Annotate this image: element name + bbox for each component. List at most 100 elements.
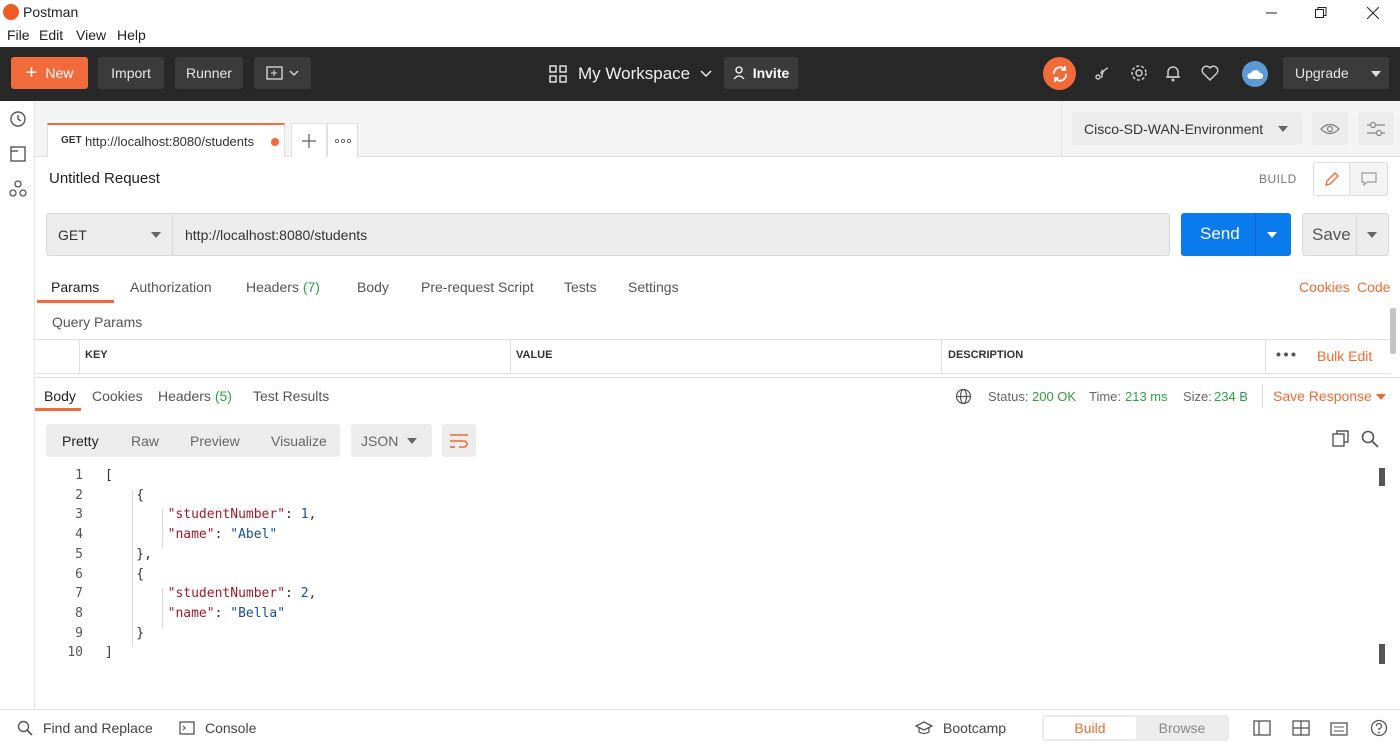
tab-headers[interactable]: Headers (7) bbox=[246, 279, 320, 295]
history-icon[interactable] bbox=[8, 109, 28, 129]
request-title[interactable]: Untitled Request bbox=[49, 170, 160, 187]
json-value: "Abel" bbox=[230, 527, 278, 543]
active-response-tab-indicator bbox=[35, 408, 81, 411]
gear-icon[interactable] bbox=[1128, 62, 1150, 84]
menu-edit[interactable]: Edit bbox=[39, 27, 63, 43]
line-number: 2 bbox=[75, 487, 83, 503]
comments-button[interactable] bbox=[1350, 162, 1388, 196]
view-raw[interactable]: Raw bbox=[131, 433, 159, 449]
bulk-edit-link[interactable]: Bulk Edit bbox=[1317, 348, 1372, 364]
sync-button[interactable] bbox=[1043, 57, 1076, 90]
view-preview[interactable]: Preview bbox=[190, 433, 240, 449]
menu-help[interactable]: Help bbox=[117, 27, 146, 43]
environment-quick-look-button[interactable] bbox=[1312, 112, 1348, 145]
runner-button[interactable]: Runner bbox=[175, 57, 243, 89]
comment-icon bbox=[1360, 172, 1377, 186]
two-pane-icon[interactable] bbox=[1292, 719, 1310, 737]
manage-environments-button[interactable] bbox=[1358, 112, 1394, 145]
import-button[interactable]: Import bbox=[98, 57, 164, 89]
status-bar: Find and Replace Console Bootcamp Build … bbox=[0, 709, 1400, 745]
help-icon[interactable] bbox=[1370, 719, 1388, 737]
save-response-caret-icon[interactable] bbox=[1376, 394, 1386, 400]
pencil-icon bbox=[1324, 172, 1339, 186]
size-label: Size: bbox=[1183, 389, 1212, 404]
send-options-caret-icon[interactable] bbox=[1267, 232, 1277, 238]
restore-button[interactable] bbox=[1298, 0, 1344, 26]
tab-options-button[interactable] bbox=[327, 123, 358, 157]
console-icon bbox=[179, 721, 195, 735]
view-visualize[interactable]: Visualize bbox=[271, 433, 327, 449]
workspace-switcher[interactable]: My Workspace bbox=[549, 64, 712, 84]
add-tab-button[interactable] bbox=[291, 123, 327, 157]
code-scrollbar-bottom[interactable] bbox=[1379, 644, 1385, 664]
wrap-lines-button[interactable] bbox=[442, 424, 476, 457]
interceptor-icon[interactable] bbox=[1091, 62, 1113, 84]
console-button[interactable]: Console bbox=[205, 720, 256, 736]
invite-label: Invite bbox=[752, 65, 790, 81]
upgrade-button[interactable]: Upgrade bbox=[1283, 57, 1389, 89]
tab-body[interactable]: Body bbox=[357, 279, 389, 295]
pane-separator[interactable] bbox=[35, 377, 1400, 378]
build-toggle[interactable]: Build bbox=[1044, 717, 1136, 739]
build-mode-button[interactable] bbox=[1313, 162, 1350, 196]
copy-icon[interactable] bbox=[1332, 430, 1350, 448]
minimize-button[interactable] bbox=[1249, 0, 1295, 26]
code-line: ] bbox=[105, 645, 113, 661]
response-body-viewer[interactable]: 1 [2 {3 "studentNumber": 1, 4 "name": "Abe… bbox=[35, 468, 1380, 668]
environment-label: Cisco-SD-WAN-Environment bbox=[1084, 121, 1264, 137]
tab-tests[interactable]: Tests bbox=[564, 279, 597, 295]
find-replace-button[interactable]: Find and Replace bbox=[43, 720, 153, 736]
avatar[interactable] bbox=[1242, 61, 1268, 87]
cookies-link[interactable]: Cookies bbox=[1299, 279, 1350, 295]
tab-params[interactable]: Params bbox=[51, 279, 99, 295]
menu-view[interactable]: View bbox=[76, 27, 106, 43]
response-tab-body[interactable]: Body bbox=[44, 388, 76, 404]
collections-icon[interactable] bbox=[8, 144, 28, 164]
save-response-button[interactable]: Save Response bbox=[1273, 388, 1372, 404]
bell-icon[interactable] bbox=[1162, 62, 1184, 84]
save-button[interactable]: Save bbox=[1302, 213, 1389, 256]
url-input[interactable]: http://localhost:8080/students bbox=[172, 213, 1170, 256]
tab-prerequest-script[interactable]: Pre-request Script bbox=[421, 279, 534, 295]
globe-icon[interactable] bbox=[955, 388, 972, 405]
bootcamp-button[interactable]: Bootcamp bbox=[943, 720, 1006, 736]
apis-icon[interactable] bbox=[8, 179, 28, 199]
tab-authorization[interactable]: Authorization bbox=[130, 279, 212, 295]
search-icon[interactable] bbox=[1361, 430, 1379, 448]
new-button[interactable]: + New bbox=[11, 57, 88, 89]
code-scrollbar-top[interactable] bbox=[1379, 468, 1385, 486]
invite-button[interactable]: Invite bbox=[724, 57, 798, 89]
response-tab-cookies[interactable]: Cookies bbox=[92, 388, 143, 404]
json-key: "studentNumber" bbox=[167, 586, 286, 602]
response-tab-headers[interactable]: Headers (5) bbox=[158, 388, 232, 404]
code-link[interactable]: Code bbox=[1357, 279, 1390, 295]
send-button[interactable]: Send bbox=[1181, 213, 1291, 256]
new-window-button[interactable] bbox=[254, 57, 311, 89]
response-tab-test-results[interactable]: Test Results bbox=[253, 388, 329, 404]
response-headers-count: (5) bbox=[214, 388, 232, 404]
request-tab[interactable]: GET http://localhost:8080/students bbox=[47, 123, 285, 157]
environment-select[interactable]: Cisco-SD-WAN-Environment bbox=[1072, 112, 1302, 145]
request-tab-strip: GET http://localhost:8080/students bbox=[35, 101, 1061, 157]
view-pretty[interactable]: Pretty bbox=[62, 433, 99, 449]
code-line: "studentNumber": 2, bbox=[167, 586, 317, 602]
ellipsis-icon bbox=[334, 138, 351, 143]
save-options-caret-icon[interactable] bbox=[1367, 232, 1377, 238]
column-key: KEY bbox=[85, 349, 108, 361]
browse-toggle[interactable]: Browse bbox=[1136, 717, 1228, 739]
single-pane-icon[interactable] bbox=[1253, 719, 1271, 737]
line-number: 7 bbox=[75, 586, 83, 602]
url-value: http://localhost:8080/students bbox=[185, 227, 368, 243]
json-value: 2 bbox=[300, 586, 309, 602]
method-select[interactable]: GET bbox=[46, 213, 173, 256]
ellipsis-icon[interactable] bbox=[1276, 352, 1296, 357]
format-select[interactable]: JSON bbox=[351, 424, 432, 457]
tab-settings[interactable]: Settings bbox=[628, 279, 679, 295]
import-label: Import bbox=[111, 65, 151, 81]
keyboard-shortcuts-icon[interactable] bbox=[1330, 719, 1348, 737]
close-window-button[interactable] bbox=[1350, 0, 1396, 26]
cloud-icon bbox=[1247, 70, 1263, 79]
menu-file[interactable]: File bbox=[7, 27, 30, 43]
params-scrollbar[interactable] bbox=[1390, 308, 1396, 354]
heart-icon[interactable] bbox=[1199, 62, 1221, 84]
